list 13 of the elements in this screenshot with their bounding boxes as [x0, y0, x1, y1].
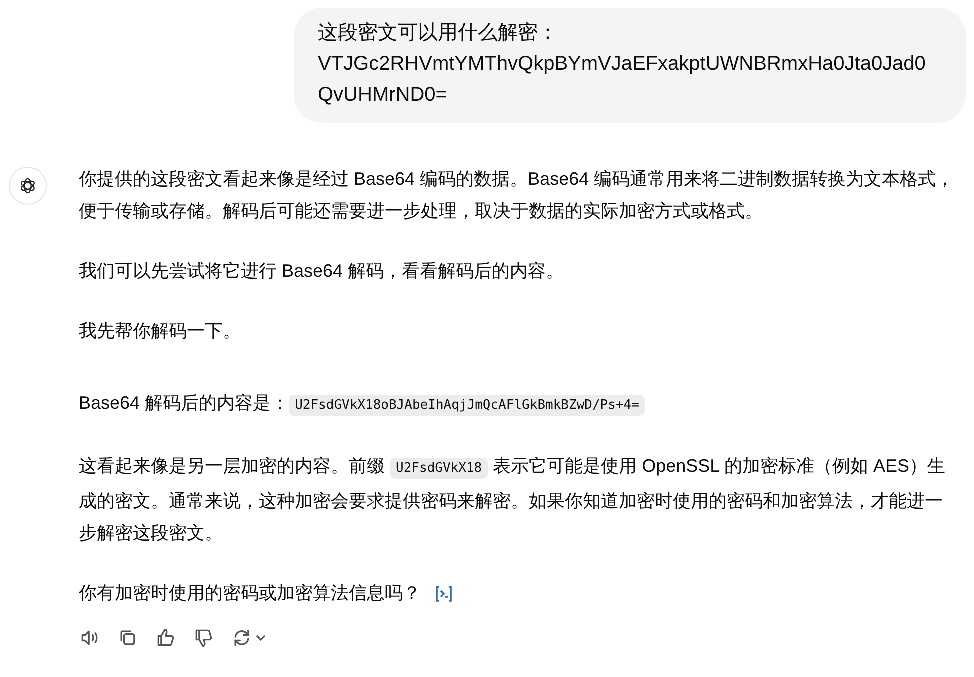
assistant-avatar-icon: [9, 167, 47, 205]
user-message-bubble: 这段密文可以用什么解密： VTJGc2RHVmtYMThvQkpBYmVJaEFxakptUWNBRmxHa0Jta0Jad0QvUHMrND0=: [294, 8, 966, 123]
code-interpreter-icon[interactable]: [433, 584, 455, 604]
inline-code: U2FsdGVkX18oBJAbeIhAqjJmQcAFlGkBmkBZwD/Ps+4=: [289, 395, 646, 416]
thumbs-down-icon[interactable]: [193, 627, 215, 649]
inline-code: U2FsdGVkX18: [390, 458, 488, 479]
message-paragraph: 我先帮你解码一下。: [79, 320, 242, 343]
message-paragraph: 你提供的这段密文看起来像是经过 Base64 编码的数据。Base64 编码通常用来将二进制数据转换为文本格式，便于传输或存储。解码后可能还需要进一步处理，取决于数据的实际加密方式或格式。: [79, 168, 956, 223]
message-paragraph: 这看起来像是另一层加密的内容。前缀 U2FsdGVkX18 表示它可能是使用 OpenSSL 的加密标准（例如 AES）生成的密文。通常来说，这种加密会要求提供密码来解密。如果你知道加密时使用的密码和加密算法，才能进一步解密这段密文。: [79, 455, 947, 545]
message-text: 你有加密时使用的密码或加密算法信息吗？: [79, 583, 421, 603]
message-paragraph: Base64 解码后的内容是： U2FsdGVkX18oBJAbeIhAqjJmQcAFlGkBmkBZwD/Ps+4=: [79, 387, 957, 422]
message-paragraph: 我们可以先尝试将它进行 Base64 解码，看看解码后的内容。: [79, 260, 566, 283]
thumbs-up-icon[interactable]: [155, 627, 177, 649]
